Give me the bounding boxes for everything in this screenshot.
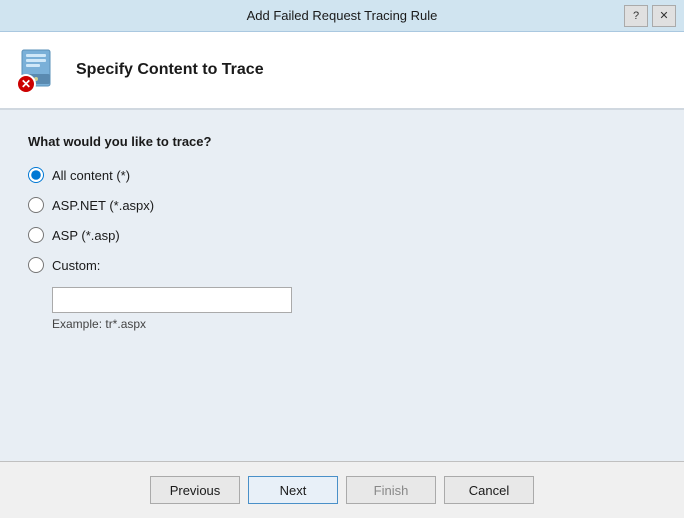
radio-item-asp[interactable]: ASP (*.asp): [28, 227, 656, 243]
help-button[interactable]: ?: [624, 5, 648, 27]
dialog-title: Add Failed Request Tracing Rule: [60, 8, 624, 23]
radio-asp-label: ASP (*.asp): [52, 228, 120, 243]
header-title: Specify Content to Trace: [76, 61, 264, 79]
previous-button[interactable]: Previous: [150, 476, 240, 504]
header-icon-container: ✕: [16, 46, 64, 94]
radio-custom[interactable]: [28, 257, 44, 273]
finish-button[interactable]: Finish: [346, 476, 436, 504]
custom-input-group: Example: tr*.aspx: [52, 287, 656, 331]
radio-all-content-label: All content (*): [52, 168, 130, 183]
custom-example-text: Example: tr*.aspx: [52, 317, 656, 331]
dialog-header: ✕ Specify Content to Trace: [0, 32, 684, 110]
dialog-container: ✕ Specify Content to Trace What would yo…: [0, 32, 684, 518]
radio-all-content[interactable]: [28, 167, 44, 183]
title-bar-buttons: ? ✕: [624, 5, 676, 27]
error-badge: ✕: [16, 74, 36, 94]
radio-aspnet[interactable]: [28, 197, 44, 213]
custom-pattern-input[interactable]: [52, 287, 292, 313]
dialog-body: What would you like to trace? All conten…: [0, 110, 684, 461]
radio-group: All content (*) ASP.NET (*.aspx) ASP (*.…: [28, 167, 656, 331]
radio-custom-label: Custom:: [52, 258, 100, 273]
dialog-footer: Previous Next Finish Cancel: [0, 461, 684, 518]
radio-aspnet-label: ASP.NET (*.aspx): [52, 198, 154, 213]
radio-asp[interactable]: [28, 227, 44, 243]
close-button[interactable]: ✕: [652, 5, 676, 27]
title-bar: Add Failed Request Tracing Rule ? ✕: [0, 0, 684, 32]
radio-item-custom[interactable]: Custom:: [28, 257, 656, 273]
trace-question: What would you like to trace?: [28, 134, 656, 149]
next-button[interactable]: Next: [248, 476, 338, 504]
radio-item-aspnet[interactable]: ASP.NET (*.aspx): [28, 197, 656, 213]
radio-item-all[interactable]: All content (*): [28, 167, 656, 183]
cancel-button[interactable]: Cancel: [444, 476, 534, 504]
